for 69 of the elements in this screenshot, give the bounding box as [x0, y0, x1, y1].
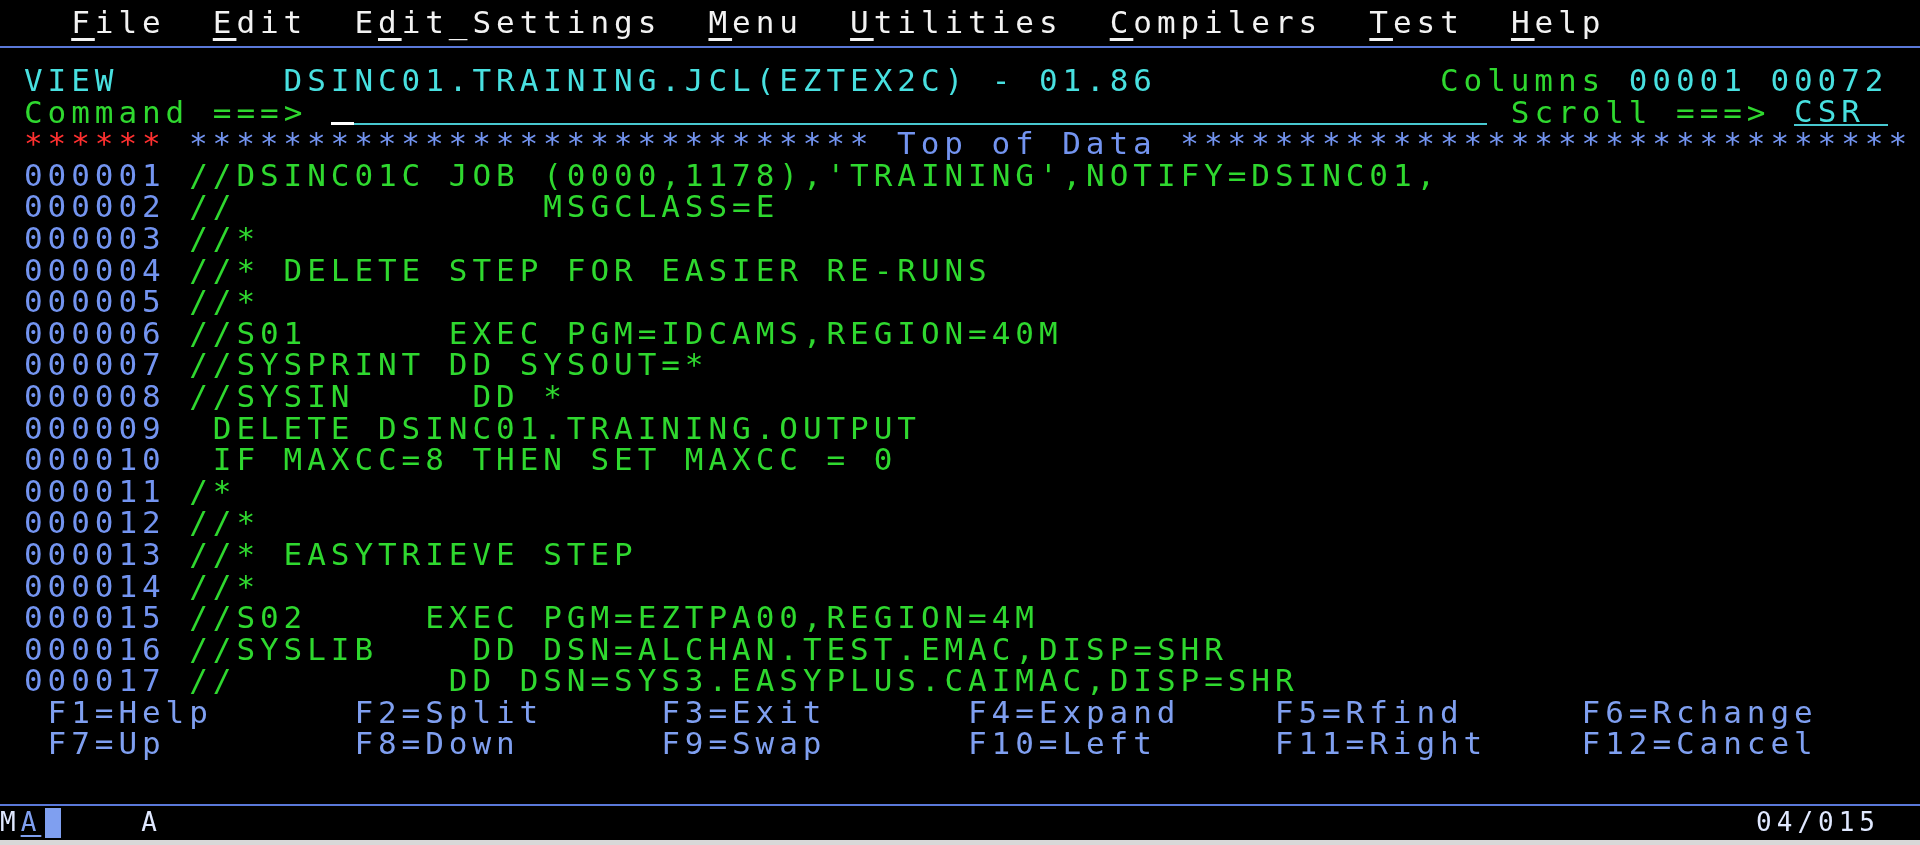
function-key-label: F5=Rfind [1274, 696, 1465, 729]
menu-item[interactable]: C ompilers [1109, 7, 1323, 39]
line-number: 000002 [24, 191, 167, 223]
line-number: 000016 [24, 633, 167, 666]
code-line: //SYSLIB DD DSN=ALCHAN.TEST.EMAC,DISP=SHR [189, 633, 1228, 666]
code-line: // DD DSN=SYS3.EASYPLUS.CAIMAC,DISP=SHR [189, 665, 1299, 697]
status-indicator: A [20, 807, 42, 839]
mode-label: VIEW [24, 65, 120, 97]
function-key-label: F2=Split [354, 696, 544, 729]
function-key-label: F10=Left [968, 728, 1157, 761]
line-number: 000017 [24, 665, 167, 697]
menu-item[interactable]: T est [1369, 7, 1464, 39]
status-indicator: M [0, 807, 21, 839]
line-number: 000010 [24, 444, 167, 476]
line-number: 000003 [24, 222, 167, 255]
code-line: //S02 EXEC PGM=EZTPA00,REGION=4M [189, 602, 1039, 634]
code-line: //* [189, 570, 260, 603]
code-line: //* [189, 222, 260, 255]
function-key-label: F11=Right [1274, 728, 1489, 761]
top-marker-prefix: ****** [24, 128, 167, 160]
columns-label: Columns [1439, 65, 1606, 97]
line-number: 000006 [24, 317, 167, 350]
menu-item[interactable]: E dit [212, 7, 308, 39]
code-line: //DSINC01C JOB (0000,1178),'TRAINING',NOTIFY=DSINC01, [189, 159, 1441, 192]
text-cursor [330, 122, 355, 126]
line-number: 000013 [24, 538, 167, 571]
line-number: 000001 [24, 159, 167, 192]
dataset-title: DSINC01.TRAINING.JCL(EZTEX2C) - 01.86 [283, 65, 1157, 97]
top-of-data-marker: ***************************** Top of Data ******************************* [188, 128, 1912, 160]
status-indicator: A [141, 807, 162, 839]
code-line: /* [189, 475, 237, 508]
code-line: //* EASYTRIEVE STEP [189, 538, 638, 571]
function-key-label: F6=Rchange [1581, 696, 1819, 729]
command-label: Command ===> [24, 96, 308, 129]
line-number: 000009 [24, 412, 167, 445]
line-number: 000007 [24, 349, 167, 381]
function-key-label: F4=Expand [968, 696, 1181, 729]
function-key-label: F8=Down [354, 728, 520, 761]
line-number: 000014 [24, 570, 167, 603]
line-number: 000008 [24, 380, 167, 413]
function-key-label: F9=Swap [661, 728, 828, 761]
menu-item[interactable]: U tilities [850, 7, 1063, 39]
scroll-label: Scroll ===> [1510, 96, 1771, 129]
code-line: DELETE DSINC01.TRAINING.OUTPUT [212, 412, 921, 445]
code-line: IF MAXCC=8 THEN SET MAXCC = 0 [211, 444, 898, 476]
scroll-amount-field[interactable]: CSR [1794, 98, 1889, 127]
cursor-position: 04/015 [1756, 807, 1880, 839]
code-line: // MSGCLASS=E [189, 191, 780, 223]
menu-item[interactable]: F ile [71, 7, 166, 39]
code-line: //* DELETE STEP FOR EASIER RE-RUNS [189, 254, 992, 287]
menu-item[interactable]: H elp [1510, 7, 1606, 39]
columns-range: 00001 00072 [1628, 65, 1889, 97]
code-line: //SYSIN DD * [189, 380, 567, 413]
function-key-label: F12=Cancel [1581, 728, 1819, 761]
line-number: 000004 [24, 254, 167, 287]
code-line: //* [189, 286, 260, 318]
code-line: //* [189, 507, 260, 539]
line-number: 000011 [24, 475, 167, 508]
line-number: 000015 [24, 602, 167, 634]
function-key-label: F1=Help [47, 696, 213, 729]
menu-item[interactable]: M enu [708, 7, 803, 39]
code-line: //S01 EXEC PGM=IDCAMS,REGION=40M [189, 317, 1063, 350]
function-key-label: F3=Exit [661, 696, 827, 729]
line-number: 000012 [24, 507, 167, 539]
menu-item[interactable]: E d it_Settings [354, 7, 662, 39]
line-number: 000005 [24, 286, 167, 318]
function-key-label: F7=Up [47, 728, 166, 761]
cursor-block [45, 808, 62, 838]
code-line: //SYSPRINT DD SYSOUT=* [189, 349, 709, 381]
